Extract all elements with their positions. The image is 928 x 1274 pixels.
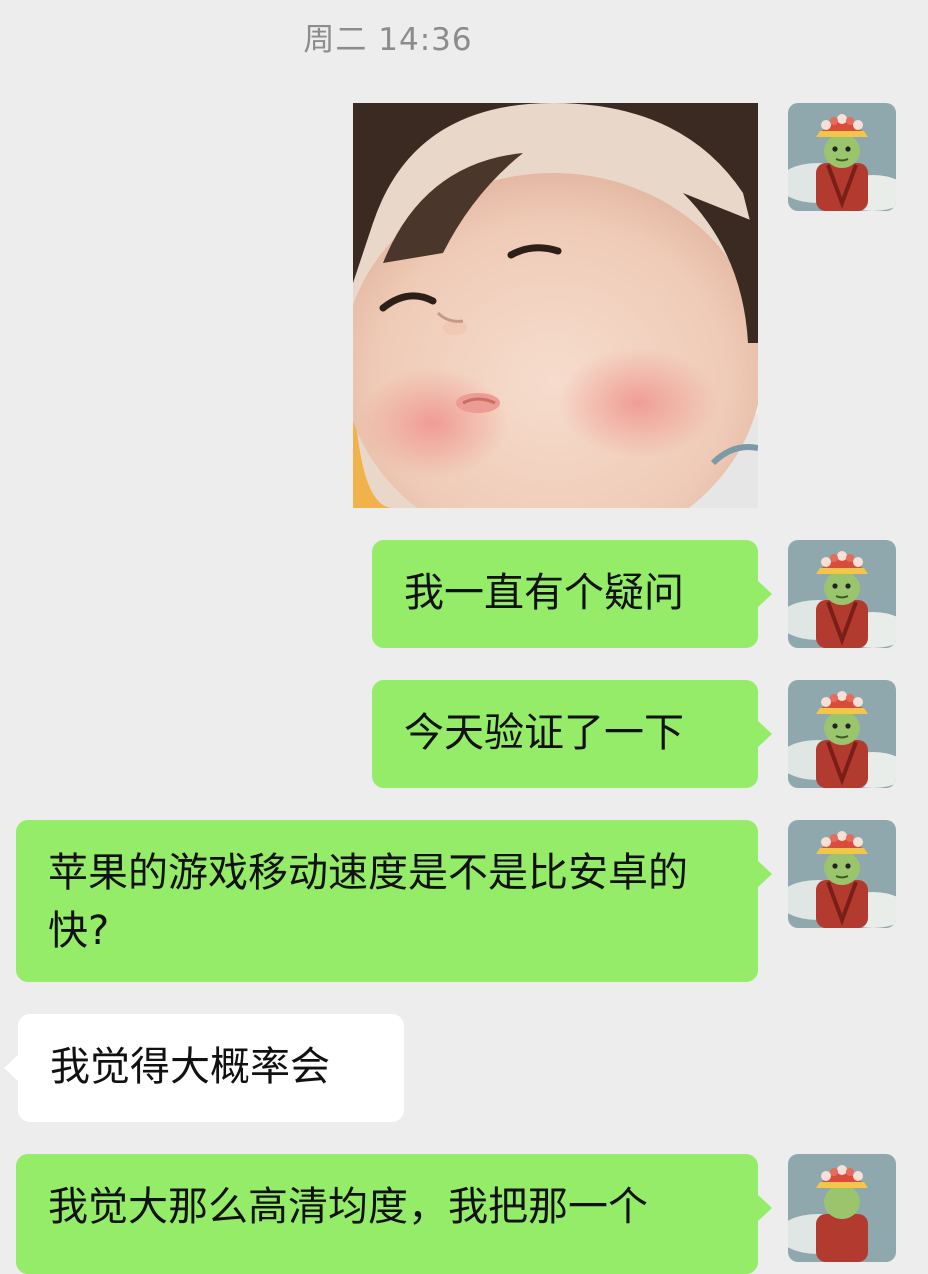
outgoing-message-bubble[interactable]: 我一直有个疑问 [372,540,772,648]
message-text: 我觉大那么高清均度，我把那一个 [48,1184,648,1230]
message-text: 我觉得大概率会 [50,1044,330,1090]
message-text: 苹果的游戏移动速度是不是比安卓的快? [48,850,688,954]
image-message-baby-photo[interactable] [353,103,758,508]
outgoing-message-bubble[interactable]: 今天验证了一下 [372,680,772,788]
outgoing-message-bubble[interactable]: 我觉大那么高清均度，我把那一个 [16,1154,772,1274]
self-avatar[interactable] [788,680,896,788]
self-avatar[interactable] [788,103,896,211]
outgoing-message-bubble[interactable]: 苹果的游戏移动速度是不是比安卓的快? [16,820,772,982]
message-text: 我一直有个疑问 [404,570,684,616]
message-text: 今天验证了一下 [404,710,684,756]
incoming-message-bubble[interactable]: 我觉得大概率会 [4,1014,404,1122]
self-avatar[interactable] [788,540,896,648]
message-timestamp: 周二 14:36 [303,22,473,58]
self-avatar[interactable] [788,1154,896,1262]
self-avatar[interactable] [788,820,896,928]
